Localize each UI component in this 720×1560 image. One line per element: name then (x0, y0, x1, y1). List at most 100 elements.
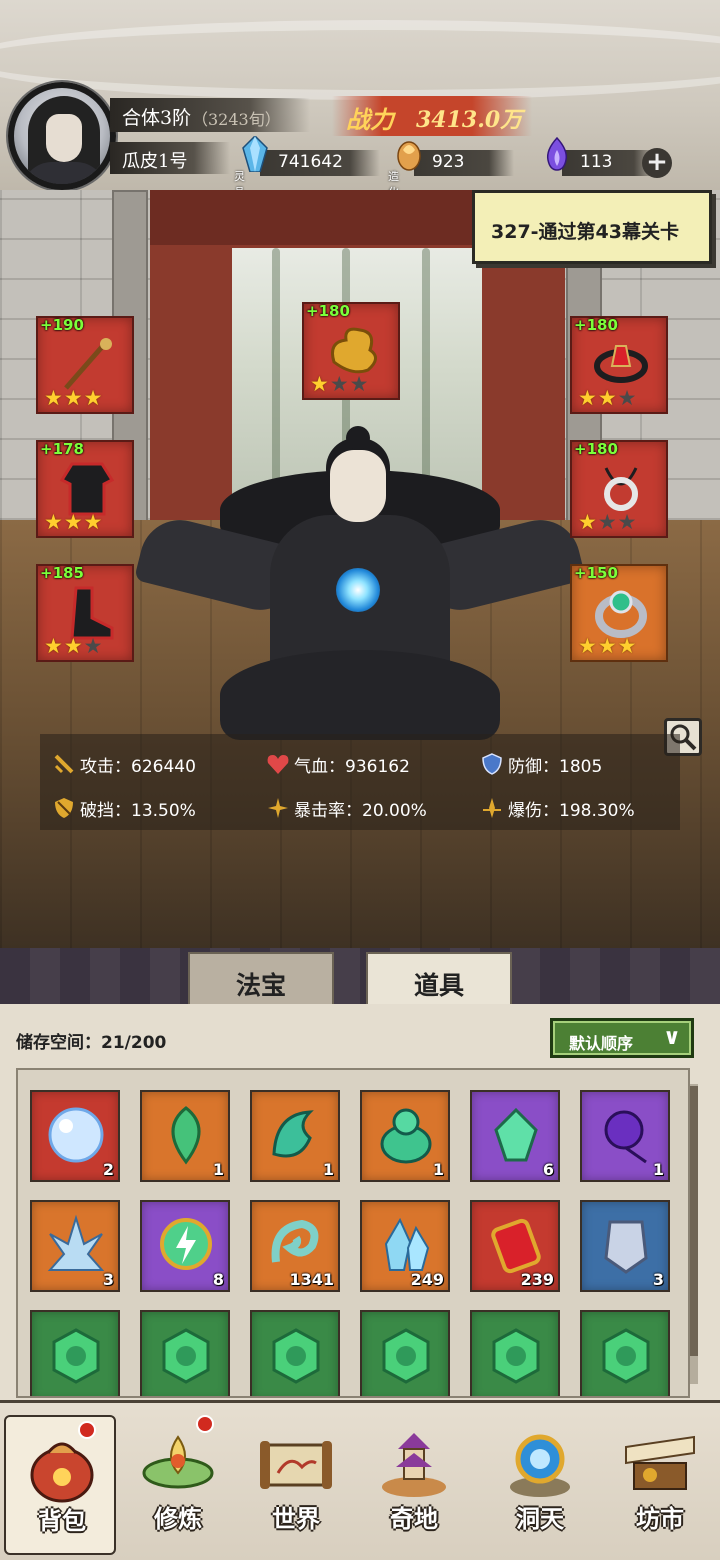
combat-power: 战力 3413.0万 (332, 96, 532, 136)
nav-label: 修炼 (154, 1504, 202, 1533)
inventory-item[interactable]: 3 (30, 1200, 120, 1292)
star-rating: ★★★ (44, 386, 104, 410)
inventory-grid: 2 1 1 1 6 1 3 8 1341 249 239 3 (16, 1068, 690, 1398)
item-count: 249 (410, 1270, 444, 1289)
equip-slot-ring[interactable]: +150 ★★★ (570, 564, 668, 662)
notification-dot (196, 1415, 214, 1433)
star-rating: ★★★ (44, 634, 104, 658)
inventory-item[interactable] (140, 1310, 230, 1396)
inventory-panel: 储存空间：21/200 默认顺序 ∨ 2 1 1 1 6 1 3 8 1341 249 239 3 (0, 1004, 720, 1400)
inventory-item[interactable]: 3 (580, 1200, 670, 1292)
equip-level: +180 (574, 316, 618, 334)
equip-slot-weapon[interactable]: +190 ★★★ (36, 316, 134, 414)
equip-slot-necklace[interactable]: +180 ★★★ (570, 440, 668, 538)
realm-detail: （3243旬） (192, 110, 281, 129)
headband-icon (594, 345, 648, 383)
leaf-jade-icon (171, 1106, 201, 1165)
inventory-item[interactable]: 1 (250, 1090, 340, 1182)
item-count: 1341 (289, 1270, 334, 1289)
nav-label: 背包 (38, 1506, 86, 1535)
item-count: 8 (212, 1270, 224, 1289)
inventory-item[interactable] (30, 1310, 120, 1396)
equip-level: +190 (40, 316, 84, 334)
inventory-scroll-thumb[interactable] (690, 1086, 698, 1356)
item-count: 2 (102, 1160, 114, 1179)
sword-icon (54, 754, 74, 774)
tab-treasure[interactable]: 法宝 (188, 952, 334, 1006)
player-avatar[interactable] (8, 82, 116, 190)
necklace-icon (604, 467, 638, 511)
crit-icon (268, 798, 288, 818)
add-resource-button[interactable]: + (642, 148, 672, 178)
item-count: 1 (322, 1160, 334, 1179)
item-count: 1 (652, 1160, 664, 1179)
inventory-item[interactable]: 8 (140, 1200, 230, 1292)
equip-level: +180 (574, 440, 618, 458)
nav-cultivate[interactable]: 修炼 (122, 1415, 234, 1555)
nav-cave[interactable]: 洞天 (484, 1415, 596, 1555)
quest-label: 327-通过第43幕关卡 (491, 221, 679, 243)
ring-icon (595, 590, 647, 638)
crit-damage-icon (483, 798, 501, 818)
inventory-item[interactable] (470, 1310, 560, 1396)
crystal-icon (242, 136, 268, 172)
tab-items[interactable]: 道具 (366, 952, 512, 1006)
star-rating: ★★★ (578, 634, 638, 658)
boots-icon (70, 586, 114, 640)
portal-icon (510, 1434, 570, 1497)
nav-label: 坊市 (636, 1504, 684, 1533)
item-count: 6 (542, 1160, 554, 1179)
lotus-jade-icon (380, 1108, 432, 1164)
equip-slot-armor[interactable]: +178 ★★★ (36, 440, 134, 538)
item-count: 239 (520, 1270, 554, 1289)
resource-value: 113 (580, 152, 613, 172)
nav-wonderland[interactable]: 奇地 (358, 1415, 470, 1555)
nav-world[interactable]: 世界 (240, 1415, 352, 1555)
star-rating: ★★★ (310, 372, 370, 396)
inventory-item[interactable] (250, 1310, 340, 1396)
power-label: 战力 (346, 105, 394, 134)
sort-dropdown[interactable]: 默认顺序 ∨ (550, 1018, 694, 1058)
star-rating: ★★★ (578, 386, 638, 410)
equip-slot-talisman[interactable]: +180 ★★★ (302, 302, 400, 400)
inventory-item[interactable]: 1341 (250, 1200, 340, 1292)
equip-slot-boots[interactable]: +185 ★★★ (36, 564, 134, 662)
silver-badge-icon (604, 1220, 648, 1274)
inventory-item[interactable]: 1 (140, 1090, 230, 1182)
equip-level: +150 (574, 564, 618, 582)
inventory-item[interactable] (580, 1310, 670, 1396)
item-count: 3 (102, 1270, 114, 1289)
player-name-bar: 瓜皮1号 (110, 142, 230, 174)
resource-caption: 灵晶 (234, 170, 245, 190)
green-token-icon (272, 1328, 320, 1384)
star-rating: ★★★ (44, 510, 104, 534)
equip-level: +178 (40, 440, 84, 458)
talisman-icon (491, 1218, 541, 1274)
nav-market[interactable]: 坊市 (604, 1415, 716, 1555)
inventory-item[interactable]: 1 (580, 1090, 670, 1182)
tab-strip: 法宝 道具 (0, 948, 720, 1006)
crystal-cluster-icon (384, 1217, 430, 1271)
inventory-item[interactable] (360, 1310, 450, 1396)
power-value: 3413.0万 (416, 107, 523, 133)
realm-label: 合体3阶 (122, 107, 192, 129)
inventory-item[interactable]: 6 (470, 1090, 560, 1182)
lightning-orb-icon (160, 1218, 212, 1270)
player-name: 瓜皮1号 (122, 151, 188, 172)
inventory-item[interactable]: 2 (30, 1090, 120, 1182)
nav-bag[interactable]: 背包 (4, 1415, 116, 1555)
green-token-icon (492, 1328, 540, 1384)
quest-banner[interactable]: 327-通过第43幕关卡 (472, 190, 712, 264)
cloud-ornament-icon (331, 327, 377, 374)
scroll-map-icon (260, 1441, 332, 1489)
item-count: 1 (212, 1160, 224, 1179)
realm-bar: 合体3阶 （3243旬） (110, 98, 310, 132)
equip-slot-headband[interactable]: +180 ★★★ (570, 316, 668, 414)
heart-icon (267, 755, 289, 774)
storage-capacity: 储存空间：21/200 (16, 1033, 167, 1053)
spirit-orb (336, 568, 380, 612)
inventory-item[interactable]: 1 (360, 1090, 450, 1182)
staff-icon (64, 338, 112, 390)
inventory-item[interactable]: 239 (470, 1200, 560, 1292)
inventory-item[interactable]: 249 (360, 1200, 450, 1292)
